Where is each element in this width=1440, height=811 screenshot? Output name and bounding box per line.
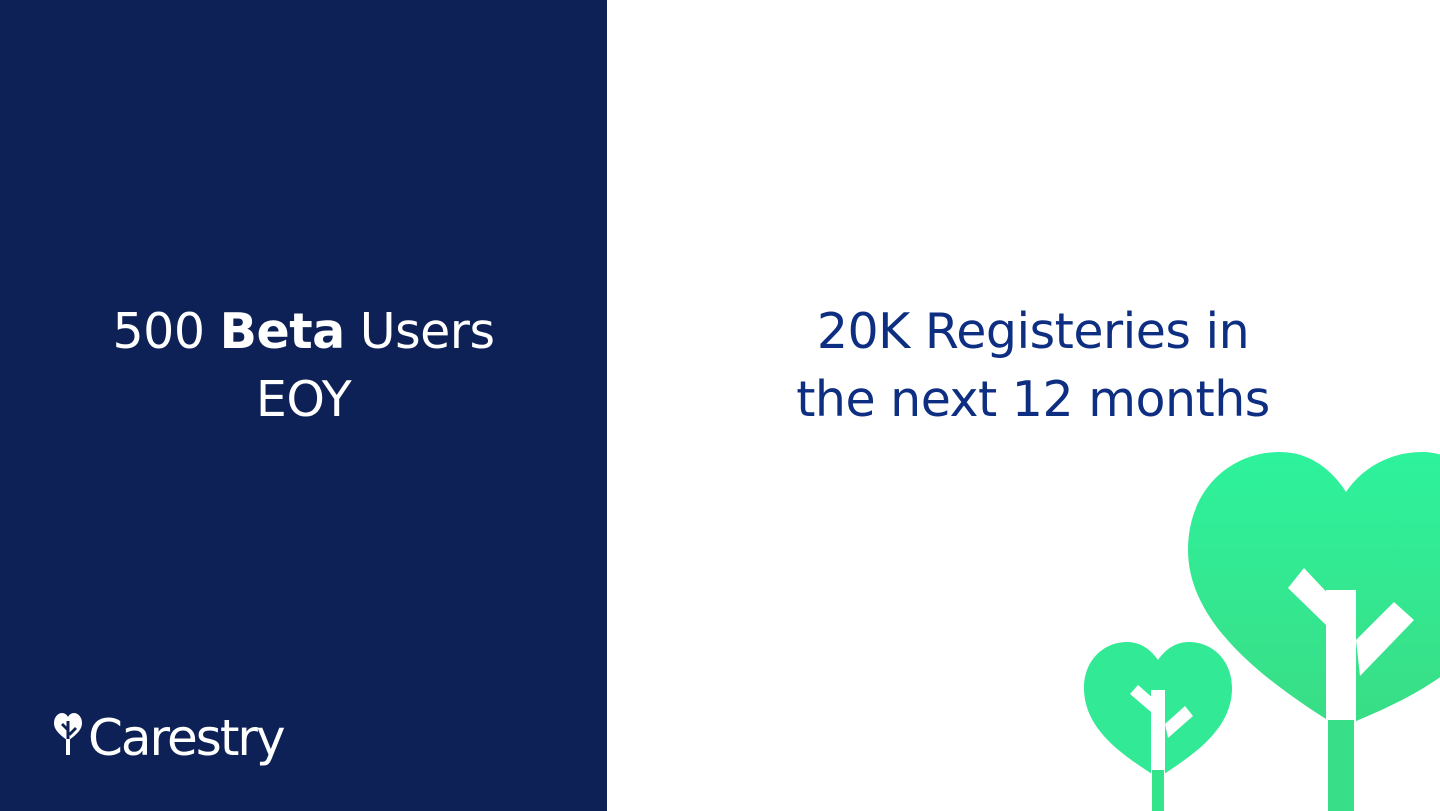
headline-number: 500 [112,303,220,360]
left-panel: 500 Beta Users EOY Carestry [0,0,607,811]
headline-line-2: EOY [255,371,352,428]
headline-line-1: 20K Registeries in [816,303,1250,360]
beta-users-headline: 500 Beta Users EOY [0,298,607,434]
headline-line-1: 500 Beta Users [0,298,607,366]
small-heart-tree [1084,642,1232,811]
headline-bold-word: Beta [219,303,346,360]
heart-tree-illustration [1084,452,1440,811]
slide: 500 Beta Users EOY Carestry 20K Register… [0,0,1440,811]
logo-text: Carestry [88,709,286,767]
heart-tree-icon [54,713,82,755]
registeries-headline: 20K Registeries in the next 12 months [607,298,1440,434]
headline-line-2: the next 12 months [796,371,1270,428]
large-heart-tree [1188,452,1440,811]
carestry-logo: Carestry [52,703,286,773]
headline-users: Users [344,303,495,360]
